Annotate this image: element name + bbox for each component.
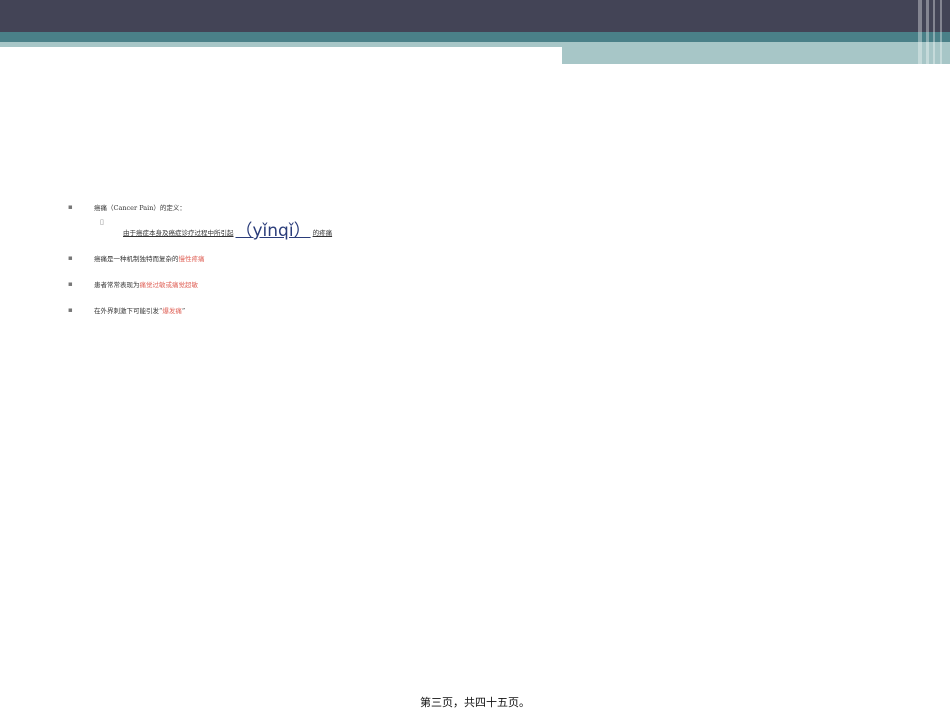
item-text: 癌痛（Cancer Pain）的定义：	[94, 204, 186, 212]
pinyin-annotation: （yǐnqǐ）	[235, 221, 311, 241]
bullet-icon: ▪	[68, 203, 73, 211]
sub-list-item: 由于癌症本身及癌症诊疗过程中所引起 （yǐnqǐ） 的疼痛	[123, 216, 332, 241]
list-item: 癌痛是一种机制独特而复杂的慢性疼痛	[94, 253, 205, 263]
item-text: 癌痛是一种机制独特而复杂的	[94, 255, 179, 263]
page-footer: 第三页，共四十五页。	[420, 696, 530, 709]
bullet-icon: ▪	[68, 254, 73, 262]
sub-item-text: 由于癌症本身及癌症诊疗过程中所引起	[123, 229, 234, 237]
slide-content: ▪ 癌痛（Cancer Pain）的定义： ▯ 由于癌症本身及癌症诊疗过程中所引…	[0, 0, 950, 713]
item-text: 患者常常表现为	[94, 281, 140, 289]
item-highlight: 痛觉过敏或痛觉超敏	[139, 281, 199, 289]
list-item: 癌痛（Cancer Pain）的定义：	[94, 202, 186, 212]
sub-item-suffix: 的疼痛	[312, 229, 333, 237]
item-highlight: 慢性疼痛	[178, 255, 205, 263]
sub-bullet-icon: ▯	[100, 218, 104, 226]
item-text: 在外界刺激下可能引发“	[94, 307, 163, 315]
bullet-icon: ▪	[68, 306, 73, 314]
list-item: 在外界刺激下可能引发“爆发痛”	[94, 305, 185, 315]
item-highlight: 爆发痛	[162, 307, 182, 315]
list-item: 患者常常表现为痛觉过敏或痛觉超敏	[94, 279, 198, 289]
bullet-icon: ▪	[68, 280, 73, 288]
item-text-suffix: ”	[181, 307, 186, 315]
